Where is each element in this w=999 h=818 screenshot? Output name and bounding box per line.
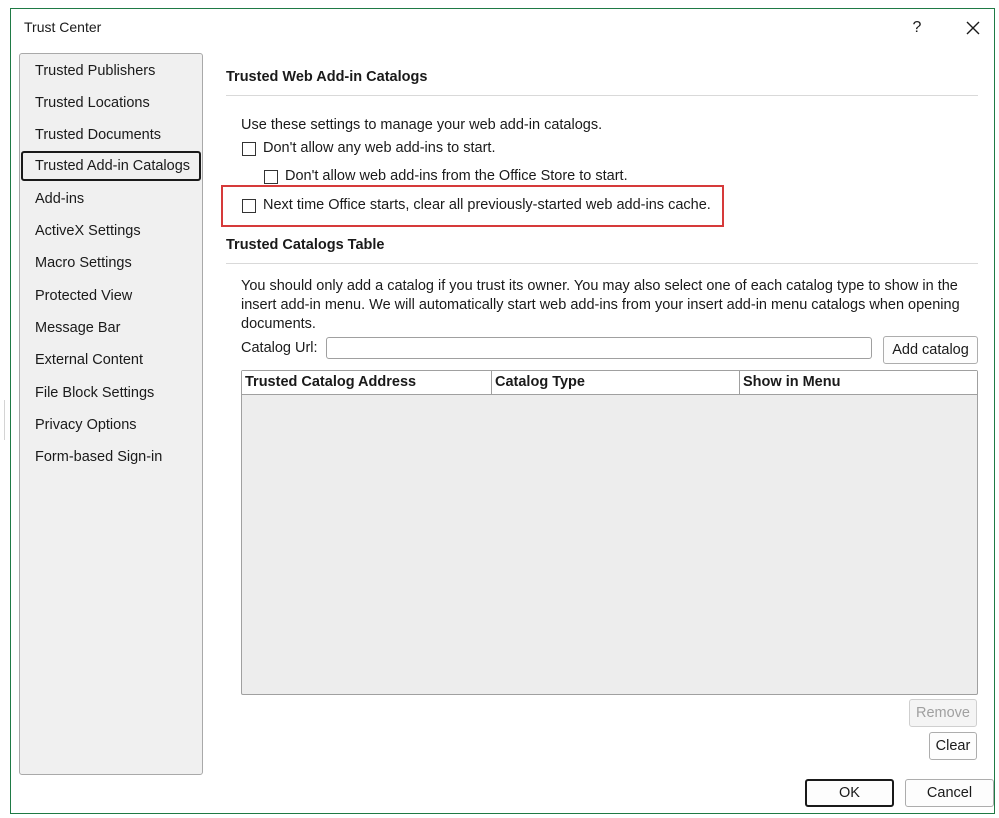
clear-button[interactable]: Clear (929, 732, 977, 760)
sidebar-item-form-based-sign-in[interactable]: Form-based Sign-in (21, 442, 201, 472)
sidebar-item-activex-settings[interactable]: ActiveX Settings (21, 216, 201, 246)
disallow-web-add-ins-label: Don't allow any web add-ins to start. (263, 140, 496, 156)
background-strip (0, 0, 10, 818)
sidebar-item-trusted-publishers[interactable]: Trusted Publishers (21, 56, 201, 86)
web-catalogs-intro: Use these settings to manage your web ad… (241, 117, 603, 133)
trust-center-dialog: Trust Center ? Trusted Publishers Truste… (10, 8, 995, 814)
remove-button[interactable]: Remove (909, 699, 977, 727)
catalog-url-input[interactable] (326, 337, 872, 359)
sidebar-item-protected-view[interactable]: Protected View (21, 281, 201, 311)
clear-cache-checkbox[interactable] (242, 199, 256, 213)
category-sidebar: Trusted Publishers Trusted Locations Tru… (19, 53, 203, 775)
table-header: Trusted Catalog Address Catalog Type Sho… (242, 371, 977, 395)
section-divider (226, 95, 978, 96)
add-catalog-button[interactable]: Add catalog (883, 336, 978, 364)
sidebar-item-file-block-settings[interactable]: File Block Settings (21, 378, 201, 408)
cancel-button[interactable]: Cancel (905, 779, 994, 807)
dialog-title: Trust Center (24, 19, 102, 35)
catalogs-table-heading: Trusted Catalogs Table (226, 237, 385, 253)
close-icon (966, 21, 980, 35)
catalog-url-label: Catalog Url: (241, 340, 318, 356)
ok-button[interactable]: OK (805, 779, 894, 807)
sidebar-item-trusted-locations[interactable]: Trusted Locations (21, 88, 201, 118)
column-header-show-in-menu[interactable]: Show in Menu (740, 371, 977, 394)
disallow-office-store-checkbox[interactable] (264, 170, 278, 184)
sidebar-item-macro-settings[interactable]: Macro Settings (21, 248, 201, 278)
background-grid-line (4, 400, 5, 440)
close-button[interactable] (955, 15, 991, 41)
clear-cache-label: Next time Office starts, clear all previ… (263, 197, 711, 213)
sidebar-item-message-bar[interactable]: Message Bar (21, 313, 201, 343)
sidebar-item-trusted-documents[interactable]: Trusted Documents (21, 120, 201, 150)
web-catalogs-heading: Trusted Web Add-in Catalogs (226, 69, 428, 85)
sidebar-item-privacy-options[interactable]: Privacy Options (21, 410, 201, 440)
section-divider (226, 263, 978, 264)
sidebar-item-trusted-add-in-catalogs[interactable]: Trusted Add-in Catalogs (21, 151, 201, 181)
column-header-type[interactable]: Catalog Type (492, 371, 740, 394)
sidebar-item-add-ins[interactable]: Add-ins (21, 184, 201, 214)
disallow-office-store-label: Don't allow web add-ins from the Office … (285, 168, 628, 184)
help-button[interactable]: ? (899, 15, 935, 41)
sidebar-item-external-content[interactable]: External Content (21, 345, 201, 375)
column-header-address[interactable]: Trusted Catalog Address (242, 371, 492, 394)
help-icon: ? (912, 19, 922, 36)
disallow-web-add-ins-checkbox[interactable] (242, 142, 256, 156)
catalogs-table: Trusted Catalog Address Catalog Type Sho… (241, 370, 978, 695)
catalogs-description: You should only add a catalog if you tru… (241, 278, 960, 332)
